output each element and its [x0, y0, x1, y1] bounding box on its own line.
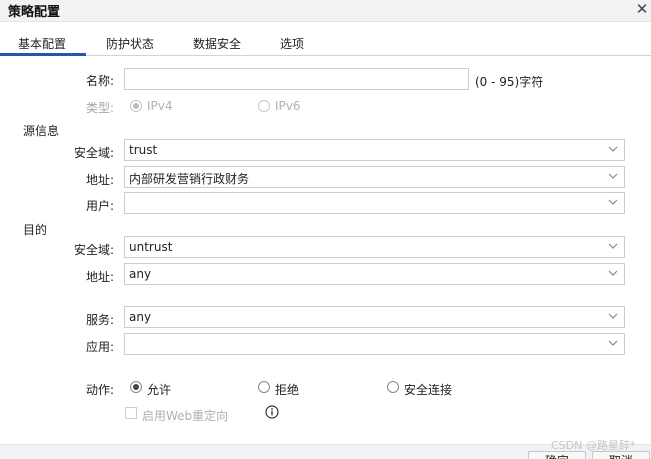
source-zone-label: 安全域:	[73, 146, 114, 160]
type-ipv6-radio[interactable]	[258, 100, 270, 112]
chevron-down-icon	[608, 196, 618, 208]
web-redirect-checkbox[interactable]	[125, 407, 137, 419]
action-secure-connect-radio[interactable]	[387, 381, 399, 393]
tab-bar: 基本配置 防护状态 数据安全 选项	[0, 32, 651, 56]
web-redirect-label: 启用Web重定向	[142, 409, 229, 423]
source-user-label: 用户:	[85, 199, 114, 213]
application-label: 应用:	[85, 340, 114, 354]
type-ipv4-radio[interactable]	[130, 100, 142, 112]
cancel-button[interactable]: 取消	[592, 451, 650, 459]
source-section-title: 源信息	[23, 124, 60, 138]
action-allow-label: 允许	[147, 383, 172, 397]
destination-section-title: 目的	[23, 223, 48, 237]
type-ipv4-label: IPv4	[147, 99, 173, 113]
active-tab-indicator	[0, 53, 86, 56]
application-select[interactable]	[124, 333, 625, 355]
chevron-down-icon	[608, 240, 618, 252]
destination-zone-select[interactable]: untrust	[124, 236, 625, 258]
tab-protection-status[interactable]: 防护状态	[106, 35, 154, 52]
tab-basic-config[interactable]: 基本配置	[18, 35, 66, 52]
info-icon[interactable]	[265, 405, 279, 419]
chevron-down-icon	[608, 170, 618, 182]
service-select[interactable]: any	[124, 306, 625, 328]
type-label: 类型:	[85, 101, 114, 115]
tab-options[interactable]: 选项	[280, 35, 304, 52]
name-length-hint: (0 - 95)字符	[475, 75, 544, 89]
ok-button[interactable]: 确定	[528, 451, 586, 459]
action-deny-label: 拒绝	[275, 383, 300, 397]
action-allow-radio[interactable]	[130, 381, 142, 393]
destination-address-label: 地址:	[85, 270, 114, 284]
type-ipv6-label: IPv6	[275, 99, 301, 113]
close-icon[interactable]: ✕	[635, 0, 649, 19]
dialog-titlebar: 策略配置 ✕	[0, 0, 651, 22]
source-zone-select[interactable]: trust	[124, 139, 625, 161]
chevron-down-icon	[608, 337, 618, 349]
chevron-down-icon	[608, 267, 618, 279]
destination-address-select[interactable]: any	[124, 263, 625, 285]
service-label: 服务:	[85, 313, 114, 327]
chevron-down-icon	[608, 310, 618, 322]
tab-data-security[interactable]: 数据安全	[193, 35, 241, 52]
name-input[interactable]	[124, 68, 469, 90]
chevron-down-icon	[608, 143, 618, 155]
name-label: 名称:	[85, 74, 114, 88]
action-label: 动作:	[85, 383, 114, 397]
action-deny-radio[interactable]	[258, 381, 270, 393]
dialog-title: 策略配置	[8, 5, 61, 20]
destination-zone-label: 安全域:	[73, 243, 114, 257]
source-address-select[interactable]: 内部研发营销行政财务	[124, 166, 625, 188]
action-secure-connect-label: 安全连接	[404, 383, 453, 397]
source-address-label: 地址:	[85, 173, 114, 187]
source-user-select[interactable]	[124, 192, 625, 214]
